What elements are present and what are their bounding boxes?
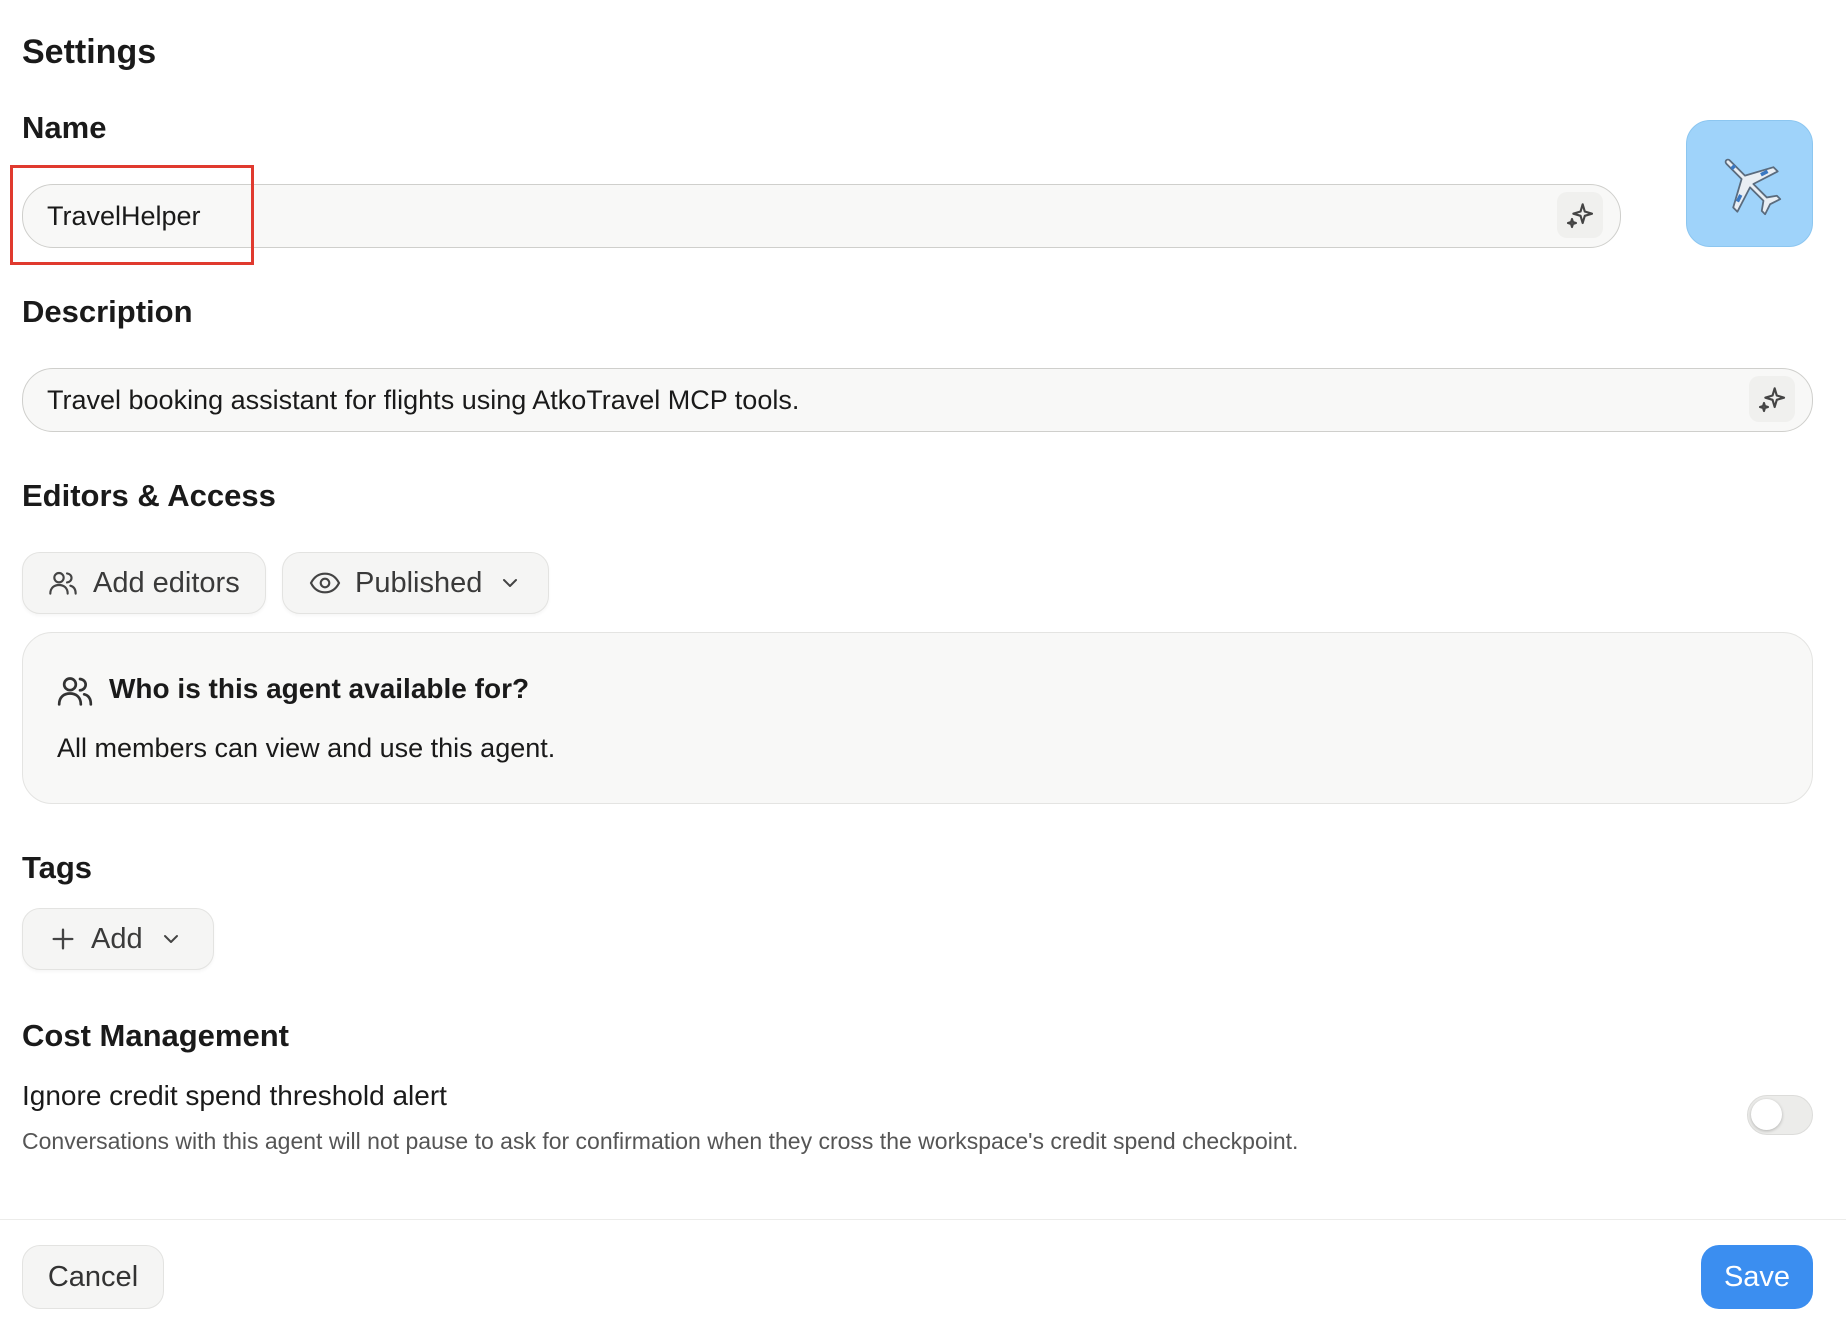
tags-heading: Tags xyxy=(22,850,93,885)
chevron-down-icon xyxy=(163,935,178,943)
availability-title: Who is this agent available for? xyxy=(109,673,530,704)
name-generate-button[interactable] xyxy=(1557,192,1603,238)
users-icon xyxy=(49,571,77,595)
name-input[interactable]: TravelHelper xyxy=(22,184,1621,248)
cancel-button[interactable]: Cancel xyxy=(22,1245,164,1309)
sparkle-icon xyxy=(1566,203,1594,229)
add-editors-label: Add editors xyxy=(93,566,240,599)
availability-info-card: Who is this agent available for? All mem… xyxy=(22,632,1813,804)
save-button[interactable]: Save xyxy=(1701,1245,1813,1309)
ignore-threshold-title: Ignore credit spend threshold alert xyxy=(22,1080,447,1111)
description-input-value[interactable]: Travel booking assistant for flights usi… xyxy=(23,385,799,416)
agent-avatar-button[interactable] xyxy=(1686,120,1813,247)
ignore-threshold-description: Conversations with this agent will not p… xyxy=(22,1128,1299,1154)
description-input[interactable]: Travel booking assistant for flights usi… xyxy=(22,368,1813,432)
cost-management-heading: Cost Management xyxy=(22,1018,289,1053)
ignore-threshold-toggle[interactable] xyxy=(1747,1095,1813,1135)
footer-divider xyxy=(0,1219,1846,1220)
description-label: Description xyxy=(22,294,193,329)
visibility-selected-label: Published xyxy=(355,566,483,599)
users-icon xyxy=(57,677,93,706)
add-editors-button[interactable]: Add editors xyxy=(22,552,266,614)
page-title: Settings xyxy=(22,33,157,71)
visibility-dropdown[interactable]: Published xyxy=(282,552,549,614)
toggle-knob xyxy=(1751,1099,1782,1130)
availability-text: All members can view and use this agent. xyxy=(57,733,556,763)
chevron-down-icon xyxy=(503,579,518,587)
editors-access-heading: Editors & Access xyxy=(22,478,276,513)
eye-icon xyxy=(309,572,341,594)
sparkle-icon xyxy=(1758,387,1786,413)
name-label: Name xyxy=(22,110,107,145)
add-tag-label: Add xyxy=(91,922,143,955)
highlight-box xyxy=(10,165,254,265)
description-generate-button[interactable] xyxy=(1749,376,1795,422)
plus-icon xyxy=(52,928,74,950)
airplane-icon xyxy=(1724,158,1781,215)
add-tag-dropdown[interactable]: Add xyxy=(22,908,214,970)
